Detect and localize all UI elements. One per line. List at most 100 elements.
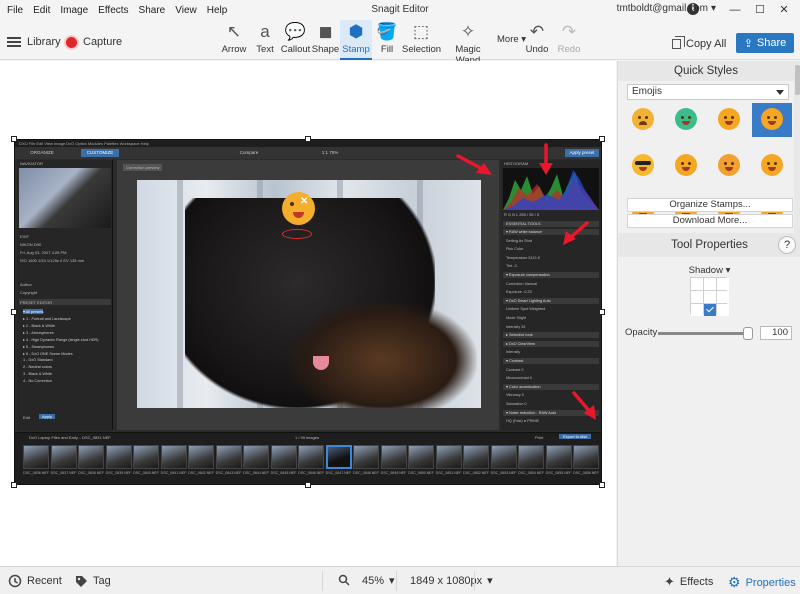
- organize-stamps-button[interactable]: Organize Stamps...: [627, 198, 793, 212]
- resize-handle-t[interactable]: [305, 136, 311, 142]
- shadow-dropdown[interactable]: Shadow ▾: [618, 265, 800, 276]
- tool-fill[interactable]: 🪣 Fill: [373, 20, 401, 60]
- blush-emoji-icon: [761, 154, 783, 176]
- effects-button[interactable]: ✦ Effects: [664, 574, 713, 590]
- share-button[interactable]: ⇪ Share: [736, 33, 794, 53]
- callout-label: Callout: [280, 44, 311, 55]
- annotation-arrows[interactable]: [14, 139, 602, 485]
- resize-handle-tr[interactable]: [599, 136, 605, 142]
- menu-item-edit[interactable]: Edit: [28, 5, 55, 16]
- shadow-direction-cell[interactable]: [717, 291, 729, 303]
- shadow-direction-cell[interactable]: [717, 304, 729, 316]
- quick-style-blush-emoji[interactable]: [752, 149, 792, 183]
- library-button[interactable]: Library: [7, 36, 61, 48]
- menu-item-image[interactable]: Image: [55, 5, 93, 16]
- resize-handle-l[interactable]: [11, 309, 17, 315]
- shadow-direction-cell[interactable]: [691, 278, 703, 290]
- resize-handle-br[interactable]: [599, 482, 605, 488]
- effects-label: Effects: [679, 576, 714, 588]
- chevron-down-icon: ▾: [710, 3, 716, 14]
- resize-handle-bl[interactable]: [11, 482, 17, 488]
- tool-text[interactable]: a Text: [250, 20, 280, 60]
- tag-button[interactable]: Tag: [74, 574, 111, 588]
- menu-item-file[interactable]: File: [0, 5, 28, 16]
- shadow-direction-cell[interactable]: [691, 304, 703, 316]
- stamp-category-value: Emojis: [632, 86, 663, 97]
- properties-button[interactable]: ⚙ Properties: [728, 574, 796, 591]
- properties-label: Properties: [745, 576, 796, 589]
- menu-item-view[interactable]: View: [170, 5, 202, 16]
- account-email: tmtboldt@gmail.com: [616, 3, 708, 14]
- minimize-button[interactable]: —: [727, 2, 743, 18]
- recent-button[interactable]: Recent: [8, 574, 62, 588]
- quick-styles-scrollbar[interactable]: [794, 61, 800, 233]
- status-bar: Recent Tag 45% ▾ 1849 x 1080px ▾ ✦ Effec…: [0, 566, 800, 594]
- share-icon: ⇪: [743, 37, 753, 50]
- selection-icon: ⬚: [412, 22, 430, 41]
- zoom-search-icon[interactable]: [338, 574, 350, 586]
- callout-icon: 💬: [284, 22, 307, 41]
- close-button[interactable]: ✕: [776, 2, 792, 18]
- dimensions-value: 1849 x 1080px: [410, 574, 483, 587]
- shadow-label: Shadow: [688, 265, 723, 276]
- stamp-icon: ⬢: [348, 22, 364, 41]
- stamp-category-select[interactable]: Emojis: [627, 84, 789, 100]
- download-more-button[interactable]: Download More...: [627, 214, 793, 228]
- zoom-select[interactable]: 45% ▾: [362, 574, 395, 588]
- quick-style-sunglasses-emoji[interactable]: [623, 149, 663, 183]
- arrow-label: Arrow: [221, 44, 247, 55]
- stamp-label: Stamp: [342, 44, 370, 55]
- account-menu[interactable]: tmtboldt@gmail.com ▾: [617, 3, 716, 14]
- opacity-slider[interactable]: [658, 327, 753, 340]
- tool-magic-wand[interactable]: ✧Magic Wand: [442, 20, 494, 66]
- quick-style-big-smile-emoji[interactable]: [709, 103, 749, 137]
- tool-callout[interactable]: 💬 Callout: [280, 20, 311, 60]
- redo-icon: ↷: [561, 22, 577, 41]
- quick-style-shocked-emoji[interactable]: [752, 103, 792, 137]
- capture-button[interactable]: Capture: [66, 36, 122, 48]
- tool-arrow[interactable]: ↖ Arrow: [219, 20, 249, 60]
- selection-label: Selection: [402, 44, 442, 55]
- quick-style-tongue-emoji[interactable]: [666, 149, 706, 183]
- quick-style-green-emoji[interactable]: [666, 103, 706, 137]
- big-smile-emoji-icon: [718, 108, 740, 130]
- shadow-direction-cell[interactable]: [704, 291, 716, 303]
- magic-wand-icon: ✧: [460, 22, 476, 41]
- tool-undo[interactable]: ↶ Undo: [522, 20, 552, 60]
- opacity-input[interactable]: 100: [760, 326, 792, 340]
- shadow-direction-grid[interactable]: [690, 277, 729, 316]
- chevron-down-icon: [776, 90, 784, 95]
- tool-properties-header: Tool Properties ?: [618, 233, 800, 257]
- copy-all-button[interactable]: Copy All: [672, 36, 727, 50]
- resize-handle-tl[interactable]: [11, 136, 17, 142]
- more-label: More: [497, 34, 519, 45]
- shadow-direction-cell[interactable]: [717, 278, 729, 290]
- quick-style-crying-emoji[interactable]: [623, 103, 663, 137]
- tool-shape[interactable]: ◼ Shape: [311, 20, 340, 60]
- shadow-direction-cell[interactable]: [704, 278, 716, 290]
- maximize-button[interactable]: ☐: [752, 2, 768, 18]
- crying-emoji-icon: [632, 108, 654, 130]
- tongue-emoji-icon: [675, 154, 697, 176]
- chevron-down-icon: ▾: [725, 265, 731, 276]
- tool-stamp[interactable]: ⬢ Stamp: [340, 20, 372, 60]
- undo-icon: ↶: [529, 22, 545, 41]
- resize-handle-b[interactable]: [305, 482, 311, 488]
- more-tools-button[interactable]: More ▾: [497, 34, 526, 45]
- shadow-direction-cell[interactable]: [691, 291, 703, 303]
- menu-item-share[interactable]: Share: [134, 5, 171, 16]
- help-icon[interactable]: ?: [778, 236, 796, 254]
- clock-icon: [8, 574, 22, 588]
- opacity-slider-thumb[interactable]: [743, 327, 753, 340]
- dimensions-select[interactable]: 1849 x 1080px ▾: [410, 574, 493, 588]
- quick-style-headband-emoji[interactable]: [709, 149, 749, 183]
- resize-handle-r[interactable]: [599, 309, 605, 315]
- tool-selection[interactable]: ⬚ Selection: [402, 20, 442, 60]
- copy-all-label: Copy All: [686, 38, 727, 50]
- shadow-direction-cell[interactable]: [704, 304, 716, 316]
- tool-redo[interactable]: ↷ Redo: [554, 20, 584, 60]
- editor-canvas[interactable]: DXO File Edit View Image DxO Optics Modu…: [0, 61, 616, 566]
- tool-properties-title: Tool Properties: [671, 239, 748, 251]
- menu-item-effects[interactable]: Effects: [93, 5, 133, 16]
- menu-item-help[interactable]: Help: [202, 5, 233, 16]
